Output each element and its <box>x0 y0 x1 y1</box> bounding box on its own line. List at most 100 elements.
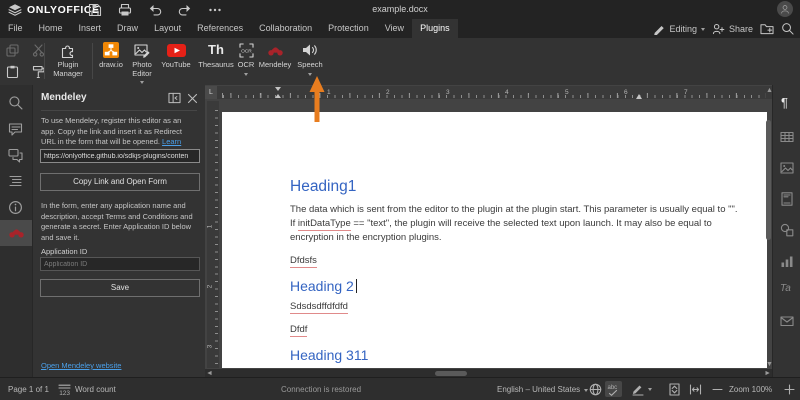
fit-width-icon[interactable] <box>689 383 702 396</box>
photo-editor-button[interactable]: Photo Editor <box>123 41 161 86</box>
close-icon[interactable] <box>187 93 198 104</box>
language-selector[interactable]: English – United States <box>497 385 588 394</box>
tab-bar-right-controls: Editing Share <box>653 19 794 38</box>
ruler-number: 6 <box>624 89 628 96</box>
headerfooter-settings-icon[interactable] <box>780 192 794 206</box>
plugins-toolbar: Plugin Manager draw.io Photo Editor YouT… <box>0 38 800 86</box>
track-changes-button[interactable] <box>631 382 652 396</box>
word-count-icon[interactable]: 123 <box>58 383 71 396</box>
tab-layout[interactable]: Layout <box>146 19 189 38</box>
vertical-ruler[interactable]: 1 2 3 <box>207 101 219 368</box>
open-mendeley-website-link[interactable]: Open Mendeley website <box>41 361 121 370</box>
vertical-scrollbar-thumb[interactable] <box>766 120 771 240</box>
chevron-down-icon <box>648 388 652 393</box>
thesaurus-button[interactable]: Th Thesaurus <box>196 41 236 70</box>
share-button[interactable]: Share <box>712 23 753 35</box>
redo-icon[interactable] <box>178 3 192 16</box>
word-count-label[interactable]: Word count <box>75 385 116 394</box>
speaker-icon <box>302 43 318 57</box>
zoom-in-button[interactable] <box>784 384 795 395</box>
search-icon[interactable] <box>8 95 23 110</box>
misspelled-word: initDataType <box>298 218 351 231</box>
horizontal-scrollbar[interactable]: ◄ ► <box>205 369 772 377</box>
navigation-icon[interactable] <box>8 174 23 189</box>
copy-icon[interactable] <box>6 44 19 57</box>
document-language-globe-icon[interactable] <box>589 383 602 396</box>
editing-mode-button[interactable]: Editing <box>653 23 705 35</box>
dock-panel-icon[interactable] <box>168 92 181 104</box>
youtube-label: YouTube <box>158 61 194 70</box>
tab-collaboration[interactable]: Collaboration <box>251 19 320 38</box>
ruler-number: 5 <box>565 89 569 96</box>
text-cursor <box>356 279 357 293</box>
document-area: L 1 2 3 4 5 6 7 1 2 3 <box>205 85 772 377</box>
tab-view[interactable]: View <box>377 19 412 38</box>
track-changes-icon <box>631 382 645 396</box>
plugin-manager-button[interactable]: Plugin Manager <box>46 41 90 78</box>
open-file-location-icon[interactable] <box>760 22 774 35</box>
youtube-button[interactable]: YouTube <box>158 41 194 70</box>
right-indent-marker[interactable] <box>636 91 642 99</box>
tab-file[interactable]: File <box>0 19 31 38</box>
spell-check-icon: abc <box>607 383 620 396</box>
scroll-right-arrow[interactable]: ► <box>764 370 771 377</box>
ruler-number: 3 <box>446 89 450 96</box>
user-avatar[interactable] <box>777 1 793 17</box>
ruler-number: 1 <box>206 225 213 229</box>
save-button[interactable]: Save <box>40 279 200 297</box>
save-icon[interactable] <box>88 3 102 17</box>
panel-form-help-text: In the form, enter any application name … <box>41 201 198 243</box>
shape-settings-icon[interactable] <box>780 223 794 237</box>
zoom-level-label[interactable]: Zoom 100% <box>729 385 772 394</box>
puzzle-piece-icon <box>60 43 76 58</box>
comments-icon[interactable] <box>8 122 23 137</box>
page-count-label[interactable]: Page 1 of 1 <box>8 385 49 394</box>
search-icon[interactable] <box>781 22 794 35</box>
fit-page-icon[interactable] <box>668 383 681 396</box>
speech-label: Speech <box>294 61 326 70</box>
title-bar: example.docx ONLYOFFICE <box>0 0 800 19</box>
zoom-out-button[interactable] <box>712 384 723 395</box>
tab-references[interactable]: References <box>189 19 251 38</box>
tab-protection[interactable]: Protection <box>320 19 377 38</box>
toolbar-separator <box>44 43 45 79</box>
table-settings-icon[interactable] <box>780 130 794 144</box>
about-icon[interactable] <box>8 200 23 215</box>
tab-draw[interactable]: Draw <box>109 19 146 38</box>
document-page[interactable]: Heading1 The data which is sent from the… <box>222 112 767 368</box>
mendeley-button[interactable]: Mendeley <box>256 41 294 70</box>
mendeley-icon <box>268 45 283 56</box>
paste-icon[interactable] <box>6 65 19 78</box>
first-line-indent-marker[interactable] <box>275 87 281 98</box>
tab-plugins[interactable]: Plugins <box>412 19 458 38</box>
mendeley-plugin-icon[interactable] <box>9 227 24 238</box>
speech-button[interactable]: Speech <box>294 41 326 78</box>
spell-check-toggle[interactable]: abc <box>605 381 622 397</box>
ruler-number: 7 <box>684 89 688 96</box>
copy-link-button[interactable]: Copy Link and Open Form <box>40 173 200 191</box>
print-icon[interactable] <box>118 3 132 17</box>
ruler-number: 2 <box>206 285 213 289</box>
undo-icon[interactable] <box>148 3 162 16</box>
onlyoffice-editor-window: example.docx ONLYOFFICE File Home Insert… <box>0 0 800 400</box>
chat-icon[interactable] <box>8 148 23 163</box>
scroll-left-arrow[interactable]: ◄ <box>206 370 213 377</box>
mailmerge-settings-icon[interactable] <box>780 314 794 328</box>
chevron-down-icon <box>244 73 248 78</box>
doc-heading1: Heading1 <box>290 178 742 196</box>
horizontal-scrollbar-thumb[interactable] <box>435 371 467 376</box>
textart-settings-icon[interactable]: Ta <box>780 283 791 294</box>
more-actions-icon[interactable] <box>208 3 222 17</box>
image-settings-icon[interactable] <box>780 161 794 175</box>
svg-text:OCR: OCR <box>241 48 252 54</box>
redirect-url-input[interactable] <box>40 149 200 163</box>
tab-home[interactable]: Home <box>31 19 71 38</box>
photo-editor-icon <box>134 43 150 58</box>
paragraph-settings-icon[interactable]: ¶ <box>781 95 788 110</box>
doc-word: Sdsdsdffdfdfd <box>290 301 742 312</box>
tab-stop-selector[interactable]: L <box>205 86 217 99</box>
application-id-input[interactable] <box>40 257 200 271</box>
chart-settings-icon[interactable] <box>780 254 794 268</box>
horizontal-ruler[interactable]: 1 2 3 4 5 6 7 <box>217 86 772 99</box>
tab-insert[interactable]: Insert <box>71 19 110 38</box>
